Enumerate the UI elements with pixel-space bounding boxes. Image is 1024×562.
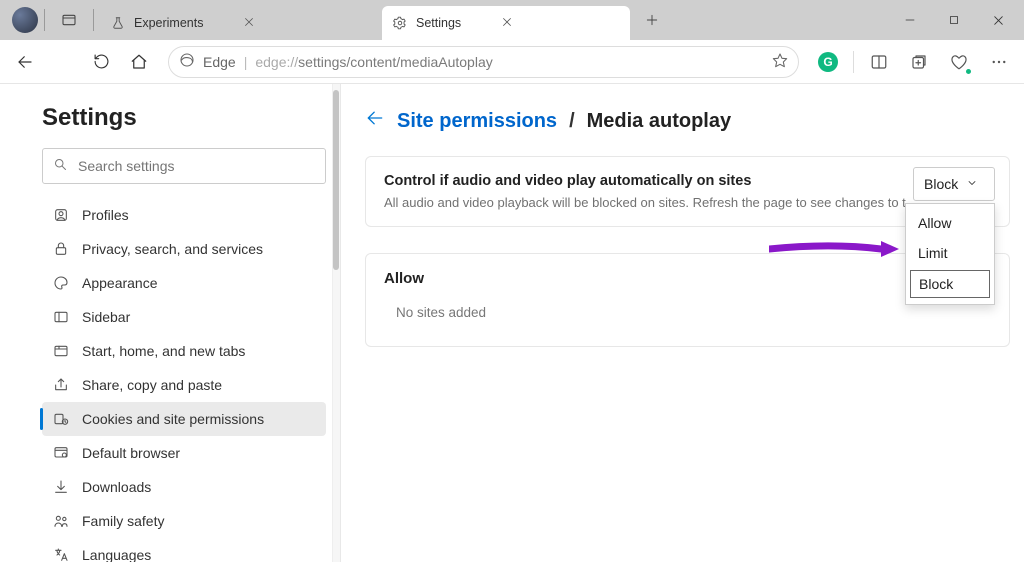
download-icon bbox=[52, 478, 70, 496]
settings-search[interactable] bbox=[42, 148, 326, 184]
control-description: All audio and video playback will be blo… bbox=[384, 195, 991, 210]
autoplay-dropdown: Allow Limit Block bbox=[905, 203, 995, 305]
tab-actions-icon[interactable] bbox=[59, 10, 79, 30]
appearance-icon bbox=[52, 274, 70, 292]
nav-sidebar[interactable]: Sidebar bbox=[42, 300, 326, 334]
select-value: Block bbox=[924, 176, 958, 192]
nav-start[interactable]: Start, home, and new tabs bbox=[42, 334, 326, 368]
browser-icon bbox=[52, 444, 70, 462]
collections-icon[interactable] bbox=[902, 45, 936, 79]
nav-label: Profiles bbox=[82, 207, 129, 223]
tabs-icon bbox=[52, 342, 70, 360]
close-icon[interactable] bbox=[501, 16, 513, 31]
nav-downloads[interactable]: Downloads bbox=[42, 470, 326, 504]
nav-label: Languages bbox=[82, 547, 151, 562]
home-button[interactable] bbox=[122, 45, 156, 79]
allow-title: Allow bbox=[384, 270, 991, 287]
gear-icon bbox=[392, 15, 408, 31]
close-window-button[interactable] bbox=[976, 3, 1020, 37]
control-title: Control if audio and video play automati… bbox=[384, 173, 991, 189]
separator: | bbox=[244, 54, 248, 70]
lock-icon bbox=[52, 240, 70, 258]
scrollbar-thumb[interactable] bbox=[333, 90, 339, 270]
share-icon bbox=[52, 376, 70, 394]
close-icon[interactable] bbox=[243, 16, 255, 31]
profile-icon bbox=[52, 206, 70, 224]
sidebar-icon bbox=[52, 308, 70, 326]
nav-label: Family safety bbox=[82, 513, 164, 529]
breadcrumb-current: Media autoplay bbox=[587, 110, 731, 133]
settings-sidebar: Settings Profiles Privacy, search, and s… bbox=[0, 84, 340, 562]
control-card: Control if audio and video play automati… bbox=[365, 156, 1010, 227]
tab-experiments[interactable]: Experiments bbox=[100, 6, 382, 40]
settings-page: Settings Profiles Privacy, search, and s… bbox=[0, 84, 1024, 562]
nav-share[interactable]: Share, copy and paste bbox=[42, 368, 326, 402]
split-screen-icon[interactable] bbox=[862, 45, 896, 79]
nav-profiles[interactable]: Profiles bbox=[42, 198, 326, 232]
edge-logo-icon bbox=[179, 52, 195, 71]
tab-settings[interactable]: Settings bbox=[382, 6, 630, 40]
favorite-icon[interactable] bbox=[772, 52, 788, 71]
settings-main: Site permissions / Media autoplay Contro… bbox=[341, 84, 1024, 562]
breadcrumb-link[interactable]: Site permissions bbox=[397, 110, 557, 133]
languages-icon bbox=[52, 546, 70, 562]
breadcrumb-sep: / bbox=[569, 110, 575, 133]
breadcrumb: Site permissions / Media autoplay bbox=[365, 108, 1010, 134]
search-icon bbox=[53, 157, 68, 175]
address-label: Edge bbox=[203, 54, 236, 70]
flask-icon bbox=[110, 15, 126, 31]
page-title: Settings bbox=[42, 104, 326, 132]
nav-label: Cookies and site permissions bbox=[82, 411, 264, 427]
address-bar[interactable]: Edge | edge://settings/content/mediaAuto… bbox=[168, 46, 799, 78]
tab-label: Settings bbox=[416, 16, 461, 30]
nav-label: Start, home, and new tabs bbox=[82, 343, 245, 359]
grammarly-extension-icon[interactable]: G bbox=[811, 45, 845, 79]
maximize-button[interactable] bbox=[932, 3, 976, 37]
allow-empty-text: No sites added bbox=[396, 305, 991, 320]
nav-languages[interactable]: Languages bbox=[42, 538, 326, 562]
chevron-down-icon bbox=[966, 176, 978, 192]
new-tab-button[interactable] bbox=[636, 4, 668, 36]
address-url: edge://settings/content/mediaAutoplay bbox=[255, 54, 492, 70]
nav-cookies[interactable]: Cookies and site permissions bbox=[42, 402, 326, 436]
option-block[interactable]: Block bbox=[910, 270, 990, 298]
search-input[interactable] bbox=[78, 158, 315, 174]
back-icon[interactable] bbox=[365, 108, 385, 134]
refresh-button[interactable] bbox=[84, 45, 118, 79]
profile-avatar[interactable] bbox=[12, 7, 38, 33]
settings-nav: Profiles Privacy, search, and services A… bbox=[42, 198, 326, 562]
nav-label: Privacy, search, and services bbox=[82, 241, 263, 257]
nav-appearance[interactable]: Appearance bbox=[42, 266, 326, 300]
option-limit[interactable]: Limit bbox=[906, 238, 994, 268]
more-menu-icon[interactable] bbox=[982, 45, 1016, 79]
annotation-arrow bbox=[769, 235, 899, 263]
nav-label: Sidebar bbox=[82, 309, 130, 325]
browser-toolbar: Edge | edge://settings/content/mediaAuto… bbox=[0, 40, 1024, 84]
window-controls bbox=[888, 3, 1020, 37]
nav-label: Share, copy and paste bbox=[82, 377, 222, 393]
nav-label: Appearance bbox=[82, 275, 158, 291]
forward-button bbox=[46, 45, 80, 79]
family-icon bbox=[52, 512, 70, 530]
permissions-icon bbox=[52, 410, 70, 428]
title-bar: Experiments Settings bbox=[0, 0, 1024, 40]
option-allow[interactable]: Allow bbox=[906, 208, 994, 238]
autoplay-select[interactable]: Block bbox=[913, 167, 995, 201]
nav-default-browser[interactable]: Default browser bbox=[42, 436, 326, 470]
back-button[interactable] bbox=[8, 45, 42, 79]
nav-label: Default browser bbox=[82, 445, 180, 461]
minimize-button[interactable] bbox=[888, 3, 932, 37]
nav-family[interactable]: Family safety bbox=[42, 504, 326, 538]
nav-privacy[interactable]: Privacy, search, and services bbox=[42, 232, 326, 266]
separator bbox=[93, 9, 94, 31]
separator bbox=[853, 51, 854, 73]
browser-essentials-icon[interactable] bbox=[942, 45, 976, 79]
toolbar-right-icons: G bbox=[811, 45, 1016, 79]
sidebar-scrollbar[interactable] bbox=[332, 84, 340, 562]
separator bbox=[44, 9, 45, 31]
nav-label: Downloads bbox=[82, 479, 151, 495]
tab-label: Experiments bbox=[134, 16, 203, 30]
